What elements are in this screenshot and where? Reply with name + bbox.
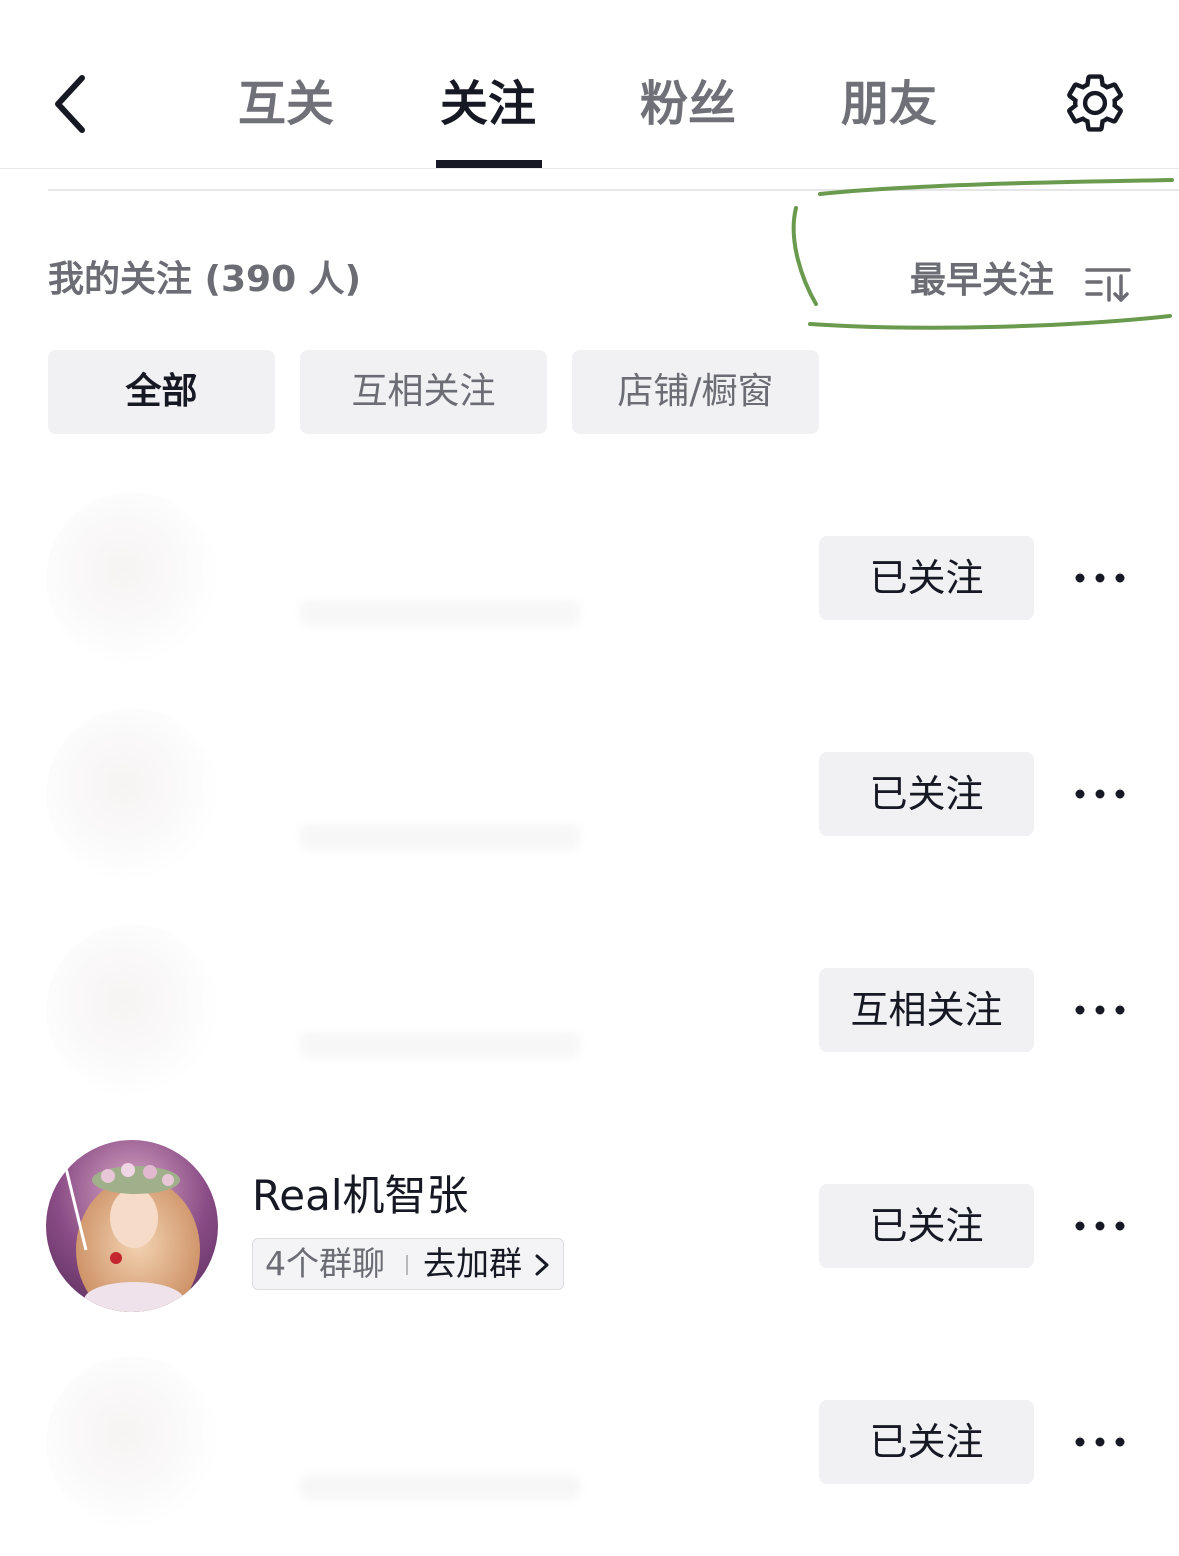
avatar-image bbox=[46, 1140, 218, 1312]
tab-mutual[interactable]: 互关 bbox=[216, 72, 356, 136]
follow-status-button[interactable]: 已关注 bbox=[819, 1184, 1034, 1268]
tab-fans[interactable]: 粉丝 bbox=[618, 72, 758, 136]
more-dots-icon[interactable] bbox=[1070, 774, 1130, 814]
group-count: 4个群聊 bbox=[265, 1244, 385, 1283]
more-dots-icon[interactable] bbox=[1070, 990, 1130, 1030]
avatar[interactable] bbox=[46, 924, 218, 1096]
list-item[interactable]: 已关注 bbox=[0, 686, 1179, 902]
chevron-right-icon bbox=[535, 1254, 549, 1276]
user-subtitle bbox=[300, 824, 580, 850]
avatar[interactable] bbox=[46, 1140, 218, 1312]
header-divider bbox=[0, 168, 1179, 169]
tab-friends[interactable]: 朋友 bbox=[819, 72, 959, 136]
more-dots-icon[interactable] bbox=[1070, 1422, 1130, 1462]
follow-status-button[interactable]: 已关注 bbox=[819, 1400, 1034, 1484]
tab-following[interactable]: 关注 bbox=[418, 72, 558, 136]
list-item[interactable]: 已关注 bbox=[0, 1334, 1179, 1550]
settings-button[interactable] bbox=[1062, 70, 1128, 136]
filter-all[interactable]: 全部 bbox=[48, 350, 275, 434]
more-dots-icon[interactable] bbox=[1070, 558, 1130, 598]
follow-status-button[interactable]: 已关注 bbox=[819, 752, 1034, 836]
top-nav: 互关 关注 粉丝 朋友 bbox=[0, 0, 1179, 168]
sort-selector[interactable]: 最早关注 bbox=[910, 256, 1135, 306]
user-name[interactable]: Real机智张 bbox=[252, 1168, 469, 1224]
tab-bar: 互关 关注 粉丝 朋友 bbox=[0, 0, 1179, 168]
gear-icon bbox=[1067, 74, 1123, 132]
user-subtitle bbox=[300, 600, 580, 626]
user-subtitle bbox=[300, 1032, 580, 1058]
list-item[interactable]: 已关注 bbox=[0, 470, 1179, 686]
following-count-title: 我的关注 (390 人) bbox=[48, 259, 362, 300]
avatar[interactable] bbox=[46, 708, 218, 880]
follow-status-button[interactable]: 已关注 bbox=[819, 536, 1034, 620]
list-item[interactable]: 互相关注 bbox=[0, 902, 1179, 1118]
filter-mutual[interactable]: 互相关注 bbox=[300, 350, 547, 434]
filter-shop[interactable]: 店铺/橱窗 bbox=[572, 350, 819, 434]
user-subtitle bbox=[300, 1474, 580, 1500]
group-separator bbox=[406, 1255, 408, 1275]
follow-status-button[interactable]: 互相关注 bbox=[819, 968, 1034, 1052]
sort-label: 最早关注 bbox=[910, 260, 1055, 301]
following-page: 互关 关注 粉丝 朋友 我的关注 (390 人) 最早关注 全部 互相关注 店铺… bbox=[0, 0, 1179, 1556]
active-tab-indicator bbox=[436, 160, 542, 168]
group-chat-tag[interactable]: 4个群聊 去加群 bbox=[252, 1238, 564, 1290]
list-item[interactable]: Real机智张 4个群聊 去加群 已关注 bbox=[0, 1118, 1179, 1334]
sort-icon bbox=[1085, 268, 1131, 302]
avatar[interactable] bbox=[46, 492, 218, 664]
join-group-link[interactable]: 去加群 bbox=[423, 1239, 522, 1289]
avatar[interactable] bbox=[46, 1356, 218, 1528]
more-dots-icon[interactable] bbox=[1070, 1206, 1130, 1246]
section-divider bbox=[48, 189, 1179, 191]
